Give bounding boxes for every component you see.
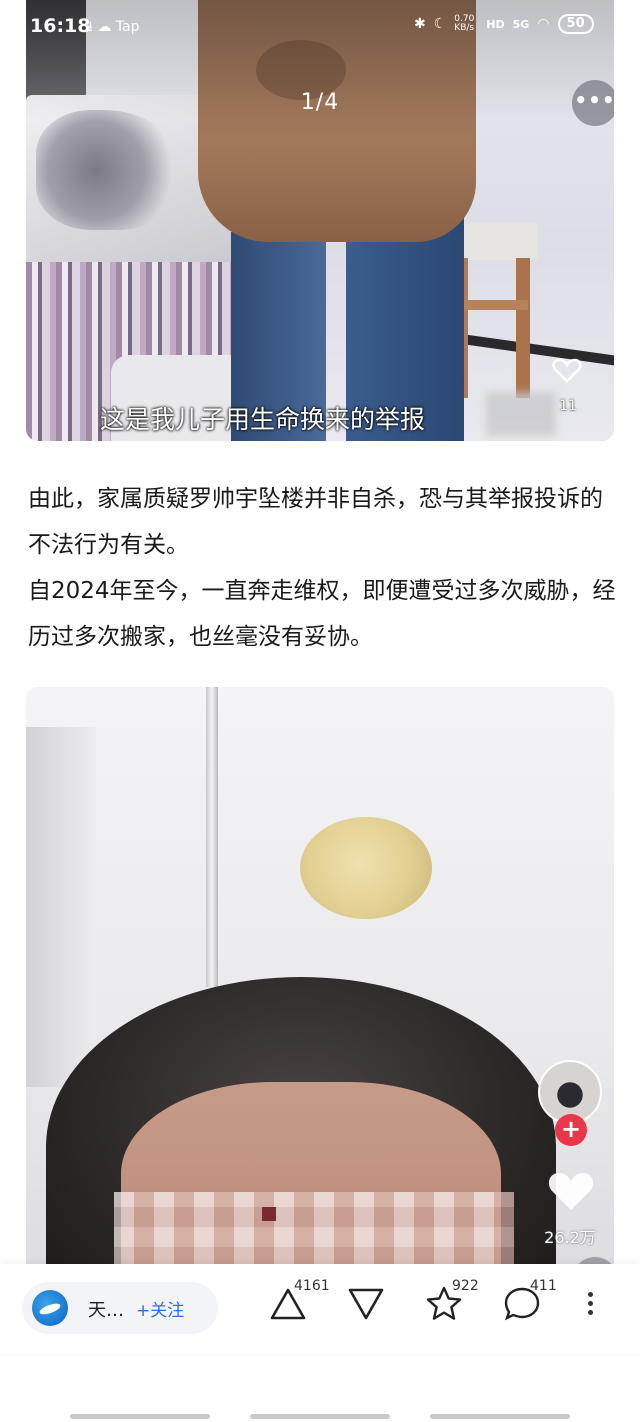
system-icons: ✱ ☾ 0.70 KB/s HD 5G ◠ 50 bbox=[414, 14, 594, 34]
upvote-button[interactable]: 4161 bbox=[268, 1278, 330, 1328]
page-indicator: 1/4 bbox=[300, 90, 340, 115]
more-options-button[interactable]: ••• bbox=[572, 80, 614, 126]
post-image-card[interactable]: 1/4 ••• 这是我儿子用生命换来的举报 11 bbox=[26, 0, 614, 441]
hd-badge: HD bbox=[486, 17, 505, 31]
video-like-count: 26.2万 bbox=[544, 1228, 596, 1247]
post-body-text: 由此，家属质疑罗帅宇坠楼并非自杀，恐与其举报投诉的不法行为有关。 自2024年至… bbox=[28, 476, 618, 660]
favorite-button[interactable]: 922 bbox=[424, 1278, 484, 1328]
blurred-region bbox=[486, 392, 556, 436]
favorite-count: 922 bbox=[452, 1278, 479, 1294]
video-subtitle: 这是我儿子用生命换来的举报 bbox=[100, 405, 426, 434]
like-count: 11 bbox=[559, 398, 577, 414]
author-chip[interactable]: 天… +关注 bbox=[22, 1282, 218, 1334]
heart-icon[interactable] bbox=[546, 1168, 596, 1212]
wifi-icon: ◠ bbox=[537, 16, 550, 32]
notification-icons: ⭳ ☁ Tap bbox=[88, 19, 140, 35]
paragraph: 自2024年至今，一直奔走维权，即便遭受过多次威胁，经历过多次搬家，也丝毫没有妥… bbox=[28, 578, 616, 650]
nav-gesture-bar bbox=[250, 1414, 390, 1419]
paragraph: 由此，家属质疑罗帅宇坠楼并非自杀，恐与其举报投诉的不法行为有关。 bbox=[28, 486, 603, 558]
heart-icon[interactable] bbox=[552, 356, 582, 384]
downvote-button[interactable] bbox=[346, 1284, 390, 1328]
signal-5g: 5G bbox=[512, 17, 530, 31]
net-speed: 0.70 KB/s bbox=[454, 14, 475, 33]
stool-leg bbox=[516, 258, 530, 398]
follow-plus-button[interactable]: + bbox=[555, 1114, 587, 1146]
comment-button[interactable]: 411 bbox=[502, 1278, 562, 1328]
mosaic-spot bbox=[262, 1207, 276, 1221]
comment-count: 411 bbox=[530, 1278, 557, 1294]
upvote-count: 4161 bbox=[294, 1278, 330, 1294]
stool-bar bbox=[458, 300, 528, 310]
author-name: 天… bbox=[88, 1300, 124, 1321]
nav-gesture-bar bbox=[70, 1414, 210, 1419]
downvote-triangle-icon bbox=[348, 1288, 384, 1320]
vertical-dots-icon[interactable] bbox=[580, 1288, 600, 1319]
clock: 16:18 bbox=[30, 15, 91, 37]
moon-icon: ☾ bbox=[433, 16, 447, 32]
battery-indicator: 50 bbox=[557, 14, 594, 34]
nav-gesture-bar bbox=[430, 1414, 570, 1419]
status-bar: 16:18 ⭳ ☁ Tap ✱ ☾ 0.70 KB/s HD 5G ◠ 50 bbox=[0, 0, 640, 50]
wall-edge bbox=[26, 727, 96, 1087]
ceiling-lamp bbox=[300, 817, 432, 919]
post-video-card[interactable] bbox=[26, 687, 614, 1287]
bottom-action-bar: 天… +关注 4161 922 411 bbox=[0, 1264, 640, 1354]
bluetooth-icon: ✱ bbox=[414, 16, 426, 32]
follow-button[interactable]: +关注 bbox=[136, 1296, 184, 1321]
author-logo-icon bbox=[32, 1290, 68, 1326]
ceiling-pole bbox=[206, 687, 218, 987]
